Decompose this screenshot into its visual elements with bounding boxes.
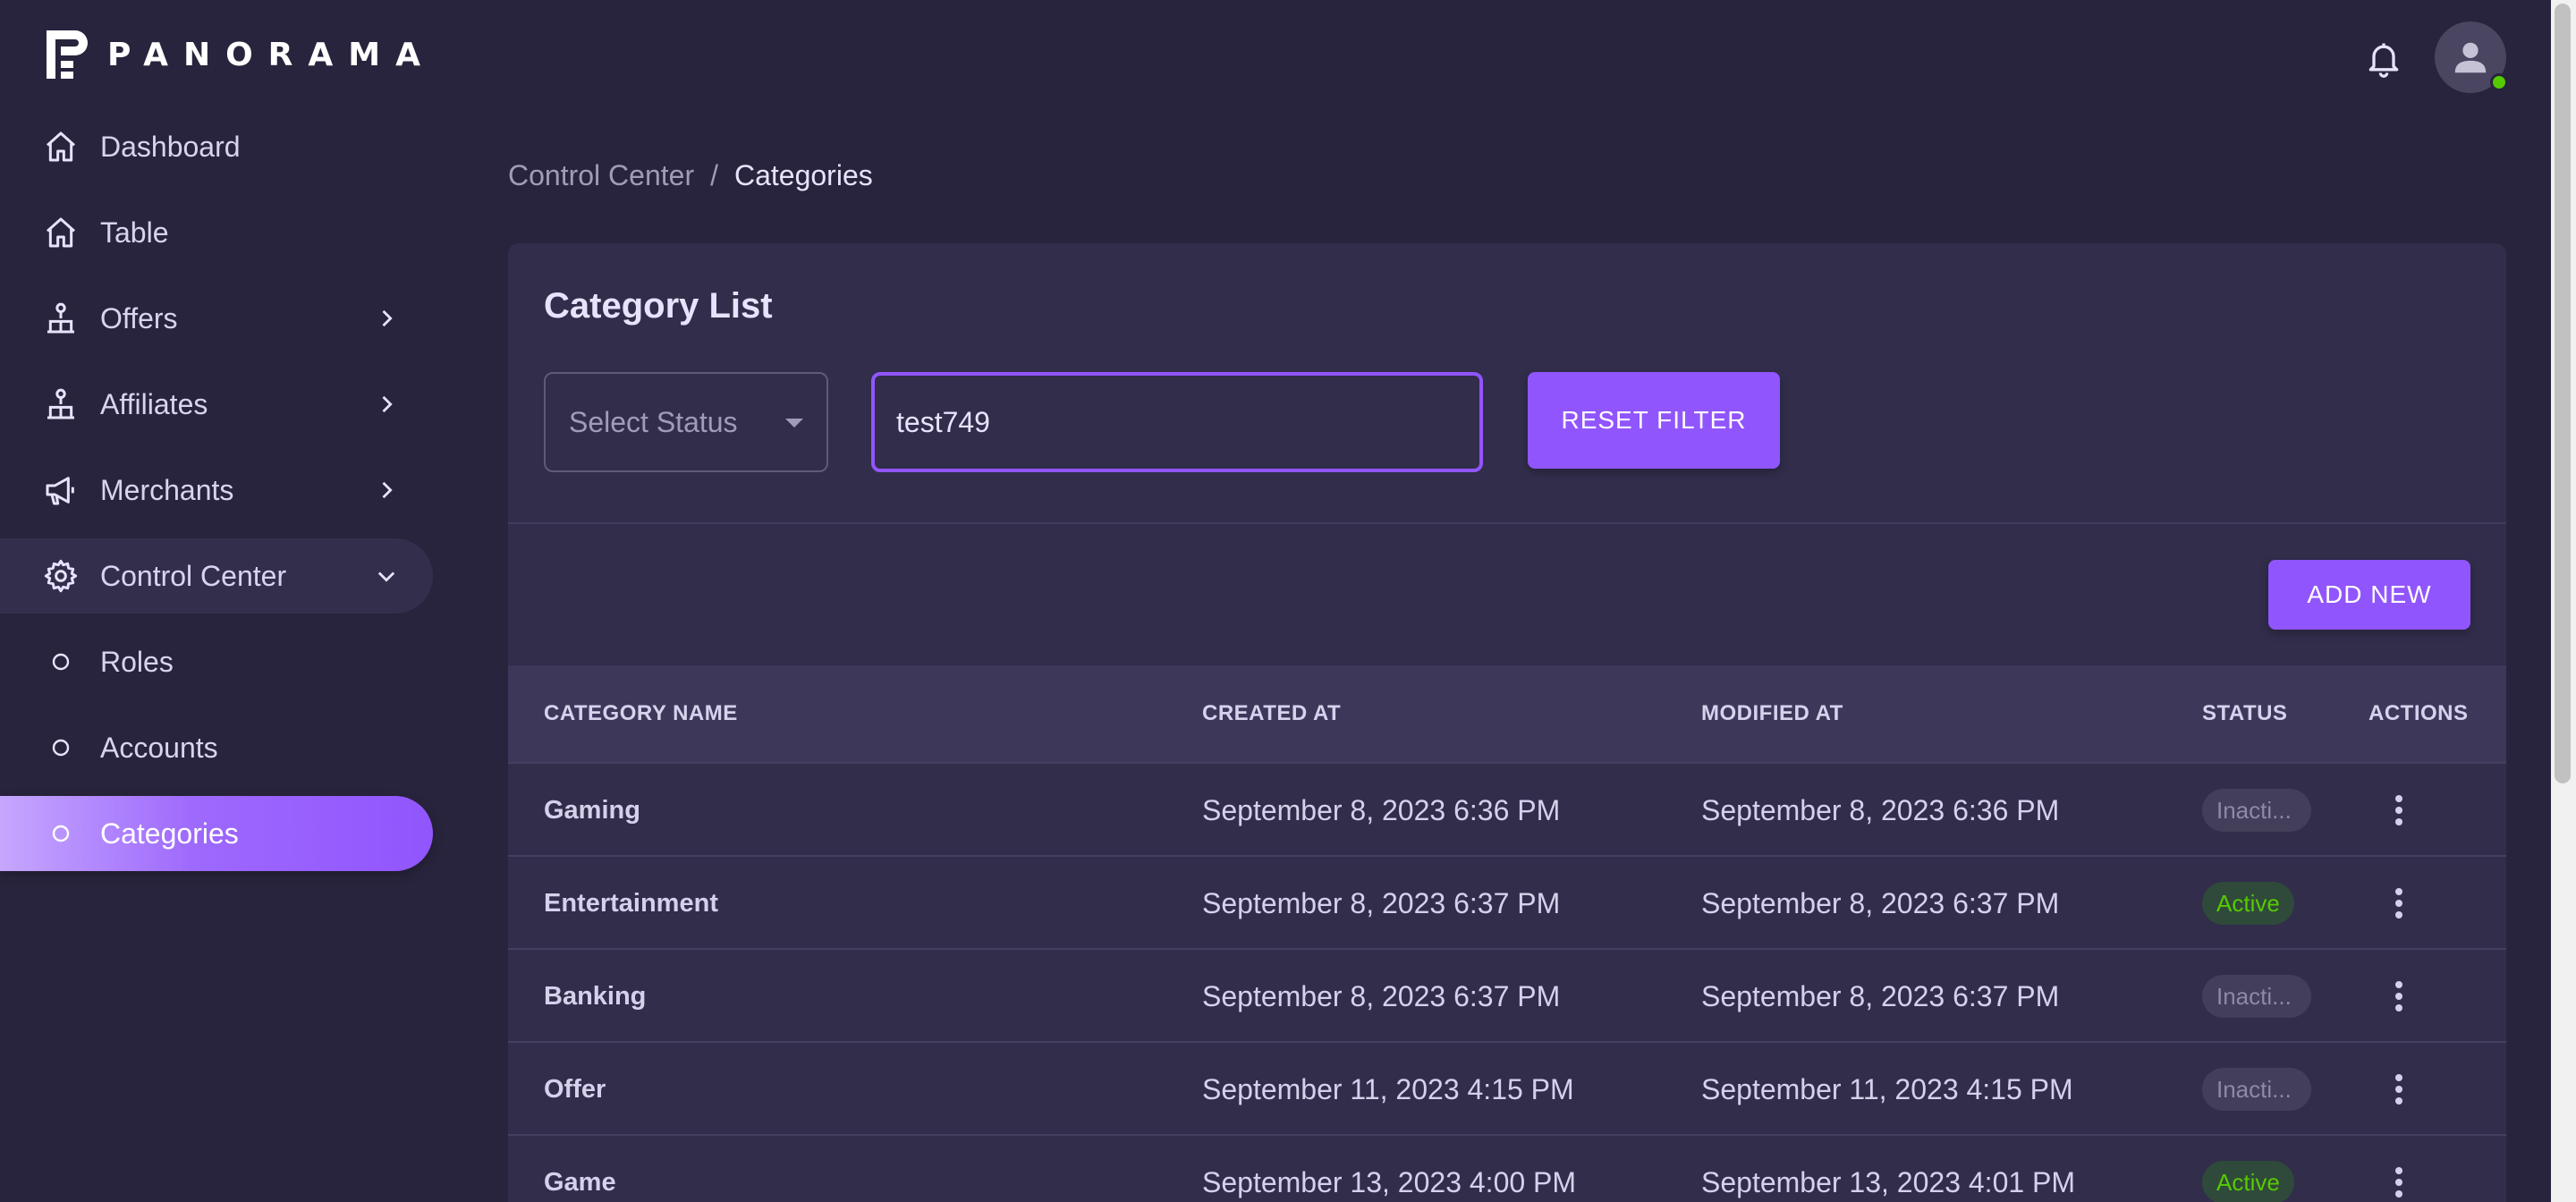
status-badge: Inacti... — [2202, 789, 2311, 832]
more-vertical-icon[interactable] — [2377, 1068, 2420, 1111]
table-body: Gaming September 8, 2023 6:36 PM Septemb… — [508, 764, 2506, 1202]
search-input[interactable] — [871, 372, 1483, 472]
table-row[interactable]: Offer September 11, 2023 4:15 PM Septemb… — [508, 1043, 2506, 1136]
more-vertical-icon[interactable] — [2377, 1161, 2420, 1202]
modified-at-cell: September 8, 2023 6:37 PM — [1701, 887, 2060, 919]
sidebar-item-dashboard[interactable]: Dashboard — [0, 109, 433, 184]
sidebar-item-offers[interactable]: Offers — [0, 281, 433, 356]
divider — [508, 522, 2506, 524]
created-at-cell: September 13, 2023 4:00 PM — [1202, 1166, 1577, 1198]
chevron-down-icon — [369, 558, 404, 594]
breadcrumb-link-control-center[interactable]: Control Center — [508, 159, 694, 192]
created-at-cell: September 8, 2023 6:36 PM — [1202, 794, 1561, 826]
brand-name: PANORAMA — [107, 36, 436, 73]
sidebar-item-label: Table — [100, 216, 169, 249]
more-vertical-icon[interactable] — [2377, 882, 2420, 925]
gear-icon — [43, 558, 79, 594]
category-name-cell: Banking — [544, 982, 647, 1011]
status-badge: Inacti... — [2202, 975, 2311, 1018]
sidebar-item-roles[interactable]: Roles — [0, 624, 433, 699]
status-select[interactable]: Select Status — [544, 372, 828, 472]
breadcrumb: Control Center / Categories — [508, 159, 873, 192]
status-badge: Active — [2202, 1161, 2294, 1202]
megaphone-icon — [43, 472, 79, 508]
sidebar-item-label: Categories — [100, 817, 239, 850]
sidebar: PANORAMA Dashboard Table Offers Affiliat… — [0, 0, 447, 1202]
caret-down-icon — [785, 419, 803, 427]
sidebar-item-affiliates[interactable]: Affiliates — [0, 367, 433, 442]
org-icon — [43, 386, 79, 422]
reset-filter-button[interactable]: RESET FILTER — [1528, 372, 1780, 469]
category-name-cell: Offer — [544, 1075, 606, 1104]
category-name-cell: Game — [544, 1168, 616, 1197]
panorama-logo-icon — [47, 30, 88, 79]
sidebar-nav: Dashboard Table Offers Affiliates Mercha… — [0, 109, 447, 882]
table-row[interactable]: Banking September 8, 2023 6:37 PM Septem… — [508, 950, 2506, 1043]
notifications-bell-icon[interactable] — [2361, 36, 2406, 80]
home-icon — [43, 215, 79, 250]
circle-icon — [43, 816, 79, 851]
more-vertical-icon[interactable] — [2377, 975, 2420, 1018]
created-at-cell: September 8, 2023 6:37 PM — [1202, 887, 1561, 919]
status-badge: Inacti... — [2202, 1068, 2311, 1111]
chevron-right-icon — [369, 300, 404, 336]
column-header-actions: ACTIONS — [2368, 701, 2469, 725]
sidebar-item-label: Accounts — [100, 731, 218, 764]
table-row[interactable]: Game September 13, 2023 4:00 PM Septembe… — [508, 1136, 2506, 1202]
sidebar-item-label: Affiliates — [100, 387, 208, 420]
sidebar-item-categories[interactable]: Categories — [0, 796, 433, 871]
brand-logo[interactable]: PANORAMA — [43, 27, 436, 82]
sidebar-item-label: Control Center — [100, 559, 287, 592]
add-new-button[interactable]: ADD NEW — [2268, 560, 2470, 630]
table-row[interactable]: Entertainment September 8, 2023 6:37 PM … — [508, 857, 2506, 950]
category-name-cell: Entertainment — [544, 889, 718, 918]
sidebar-item-control-center[interactable]: Control Center — [0, 538, 433, 614]
modified-at-cell: September 8, 2023 6:37 PM — [1701, 980, 2060, 1012]
more-vertical-icon[interactable] — [2377, 789, 2420, 832]
breadcrumb-current: Categories — [733, 159, 873, 191]
app-root: PANORAMA Dashboard Table Offers Affiliat… — [0, 0, 2576, 1202]
category-list-card: Category List Select Status RESET FILTER… — [508, 243, 2506, 1202]
modified-at-cell: September 8, 2023 6:36 PM — [1701, 794, 2060, 826]
status-badge: Active — [2202, 882, 2294, 925]
created-at-cell: September 8, 2023 6:37 PM — [1202, 980, 1561, 1012]
chevron-right-icon — [369, 386, 404, 422]
sidebar-item-label: Dashboard — [100, 130, 241, 163]
created-at-cell: September 11, 2023 4:15 PM — [1202, 1073, 1574, 1105]
category-name-cell: Gaming — [544, 796, 640, 825]
page-scrollbar-thumb[interactable] — [2555, 4, 2571, 783]
card-title: Category List — [544, 286, 773, 326]
column-header-modified-at[interactable]: MODIFIED AT — [1701, 701, 1843, 726]
sidebar-item-label: Merchants — [100, 473, 234, 506]
user-avatar[interactable] — [2435, 21, 2508, 93]
status-select-placeholder: Select Status — [569, 405, 738, 438]
column-header-category-name[interactable]: CATEGORY NAME — [544, 701, 738, 726]
sidebar-item-accounts[interactable]: Accounts — [0, 710, 433, 785]
chevron-right-icon — [369, 472, 404, 508]
modified-at-cell: September 11, 2023 4:15 PM — [1701, 1073, 2073, 1105]
sidebar-item-label: Offers — [100, 301, 178, 334]
sidebar-item-merchants[interactable]: Merchants — [0, 453, 433, 528]
circle-icon — [43, 644, 79, 680]
online-status-dot — [2490, 73, 2508, 91]
sidebar-item-table[interactable]: Table — [0, 195, 433, 270]
column-header-created-at[interactable]: CREATED AT — [1202, 701, 1341, 726]
user-icon — [2454, 42, 2487, 73]
org-icon — [43, 300, 79, 336]
circle-icon — [43, 730, 79, 766]
table-header: CATEGORY NAME CREATED AT MODIFIED AT STA… — [508, 665, 2506, 764]
sidebar-item-label: Roles — [100, 645, 174, 678]
table-row[interactable]: Gaming September 8, 2023 6:36 PM Septemb… — [508, 764, 2506, 857]
column-header-status[interactable]: STATUS — [2202, 701, 2287, 726]
breadcrumb-separator: / — [710, 159, 718, 191]
modified-at-cell: September 13, 2023 4:01 PM — [1701, 1166, 2076, 1198]
home-icon — [43, 129, 79, 165]
